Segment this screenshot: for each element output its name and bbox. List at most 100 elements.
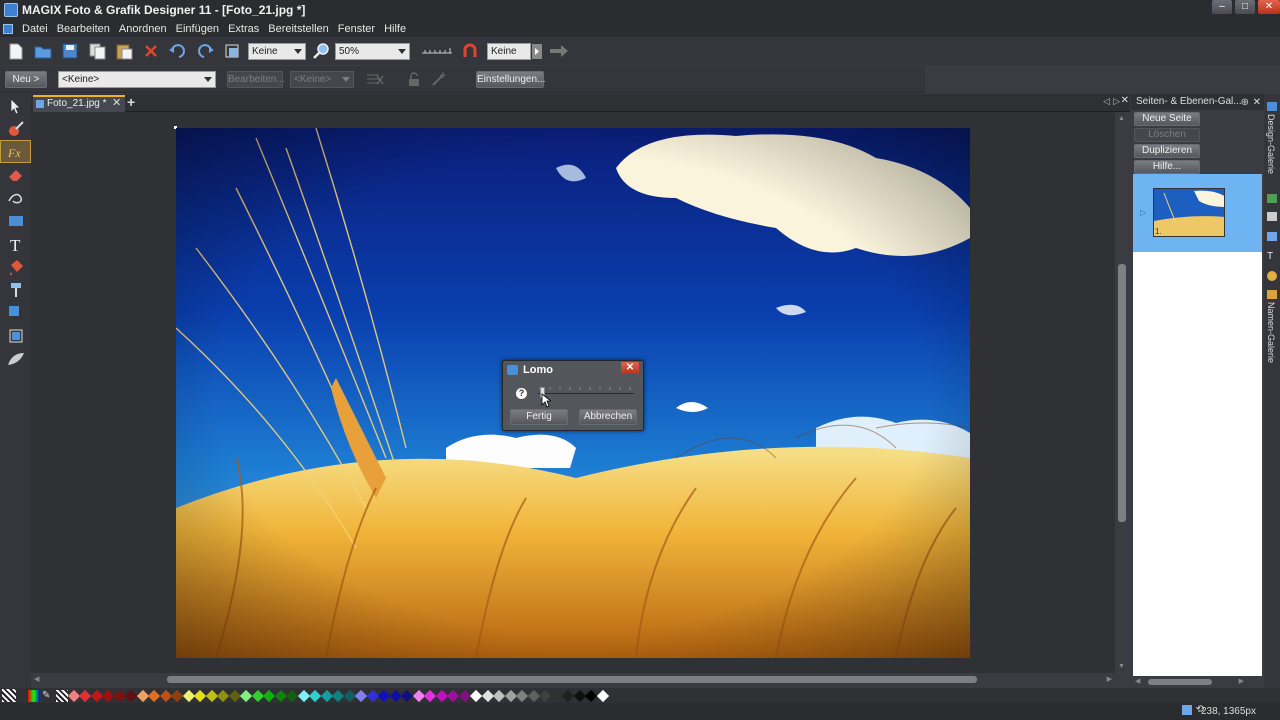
tab-names-gallery[interactable]: Namen-Galerie bbox=[1266, 302, 1276, 363]
paste-icon[interactable] bbox=[113, 40, 135, 62]
maximize-button[interactable]: □ bbox=[1235, 0, 1255, 14]
pin-icon[interactable]: ⊕ bbox=[1241, 95, 1249, 111]
panel-close-icon[interactable]: ✕ bbox=[1253, 95, 1261, 111]
scroll-up-icon[interactable]: ▲ bbox=[1118, 115, 1125, 122]
done-button[interactable]: Fertig bbox=[510, 409, 568, 425]
add-tab-icon[interactable]: + bbox=[127, 94, 135, 110]
preset-select[interactable]: <Keine> bbox=[58, 70, 216, 88]
save-icon[interactable] bbox=[59, 40, 81, 62]
expand-icon[interactable]: ▷ bbox=[1140, 208, 1146, 217]
color-swatch[interactable] bbox=[101, 689, 115, 702]
panel-scroll-right-icon[interactable]: ▶ bbox=[1239, 677, 1244, 685]
settings-button[interactable]: Einstellungen... bbox=[476, 70, 545, 88]
color-swatch[interactable] bbox=[262, 689, 276, 702]
scroll-right-icon[interactable]: ▶ bbox=[1107, 675, 1112, 683]
lomo-slider[interactable] bbox=[538, 385, 634, 401]
zoom-select[interactable]: 50% bbox=[335, 42, 410, 60]
color-swatch[interactable] bbox=[584, 689, 598, 702]
color-swatch[interactable] bbox=[308, 689, 322, 702]
quality-select[interactable]: Keine bbox=[248, 42, 306, 60]
new-page-button[interactable]: Neue Seite bbox=[1134, 112, 1200, 126]
cancel-button[interactable]: Abbrechen bbox=[579, 409, 637, 425]
color-swatch[interactable] bbox=[538, 689, 552, 702]
color-picker-icon[interactable] bbox=[28, 689, 40, 702]
remove-effect-icon[interactable] bbox=[364, 68, 386, 90]
menu-bearbeiten[interactable]: Bearbeiten bbox=[57, 23, 110, 35]
color-swatch[interactable] bbox=[469, 689, 483, 702]
color-gallery-icon[interactable] bbox=[1267, 271, 1277, 281]
vertical-scroll-thumb[interactable] bbox=[1118, 264, 1126, 522]
font-gallery-icon[interactable]: T bbox=[1267, 251, 1273, 262]
menu-extras[interactable]: Extras bbox=[228, 23, 259, 35]
color-swatch[interactable] bbox=[446, 689, 460, 702]
menu-bereitstellen[interactable]: Bereitstellen bbox=[268, 23, 329, 35]
layers-gallery-icon[interactable] bbox=[1267, 212, 1277, 221]
menu-hilfe[interactable]: Hilfe bbox=[384, 23, 406, 35]
scroll-left-icon[interactable]: ◀ bbox=[34, 675, 39, 683]
canvas-workspace[interactable]: Lomo ✕ ? Fertig Abbrechen bbox=[31, 112, 1115, 673]
doc-menu-icon[interactable] bbox=[3, 23, 13, 34]
scroll-down-icon[interactable]: ▼ bbox=[1118, 663, 1125, 670]
new-document-icon[interactable] bbox=[5, 40, 27, 62]
panel-hscroll[interactable]: ◀ ▶ bbox=[1133, 676, 1262, 688]
horizontal-scrollbar[interactable]: ◀ ▶ bbox=[31, 673, 1115, 686]
panel-scroll-thumb[interactable] bbox=[1148, 679, 1212, 685]
color-swatch[interactable] bbox=[596, 689, 609, 702]
undo-icon[interactable] bbox=[167, 40, 189, 62]
magic-wand-icon[interactable] bbox=[428, 68, 450, 90]
color-swatch[interactable] bbox=[515, 689, 529, 702]
transparency-tool-icon[interactable] bbox=[0, 278, 31, 301]
resize-icon[interactable] bbox=[221, 40, 243, 62]
transparent-swatch[interactable] bbox=[56, 689, 68, 702]
menu-anordnen[interactable]: Anordnen bbox=[119, 23, 167, 35]
zoom-icon[interactable] bbox=[311, 40, 333, 62]
shadow-tool-icon[interactable] bbox=[0, 301, 31, 324]
selector-tool-icon[interactable] bbox=[0, 94, 31, 117]
freehand-tool-icon[interactable] bbox=[0, 186, 31, 209]
color-swatch[interactable] bbox=[331, 689, 345, 702]
eyedropper-icon[interactable]: ✎ bbox=[42, 690, 52, 702]
horizontal-scroll-thumb[interactable] bbox=[167, 676, 977, 683]
close-tab-icon[interactable]: ✕ bbox=[112, 96, 121, 109]
color-swatch[interactable] bbox=[124, 689, 138, 702]
delete-page-button[interactable]: Löschen bbox=[1134, 128, 1200, 142]
panel-help-button[interactable]: Hilfe... bbox=[1134, 160, 1200, 174]
blend-select[interactable]: <Keine> bbox=[290, 70, 354, 88]
prev-doc-icon[interactable]: ◁ bbox=[1103, 96, 1110, 107]
duplicate-page-button[interactable]: Duplizieren bbox=[1134, 144, 1200, 158]
help-icon[interactable]: ? bbox=[516, 388, 527, 399]
color-swatch[interactable] bbox=[170, 689, 184, 702]
color-swatch[interactable] bbox=[423, 689, 437, 702]
vertical-scrollbar[interactable]: ▲ ▼ bbox=[1115, 112, 1129, 673]
fill-tool-icon[interactable] bbox=[0, 255, 31, 278]
eraser-tool-icon[interactable] bbox=[0, 163, 31, 186]
color-swatch[interactable] bbox=[239, 689, 253, 702]
edit-button[interactable]: Bearbeiten... bbox=[227, 70, 285, 88]
next-doc-icon[interactable]: ▷ bbox=[1113, 96, 1120, 107]
menu-datei[interactable]: Datei bbox=[22, 23, 48, 35]
close-window-button[interactable]: ✕ bbox=[1258, 0, 1280, 14]
chevron-right-icon[interactable] bbox=[531, 40, 543, 62]
color-swatch[interactable] bbox=[216, 689, 230, 702]
frame-tool-icon[interactable] bbox=[0, 324, 31, 347]
dialog-close-button[interactable]: ✕ bbox=[621, 362, 639, 374]
color-swatch[interactable] bbox=[561, 689, 575, 702]
dialog-title-bar[interactable]: Lomo ✕ bbox=[503, 361, 643, 379]
color-swatch[interactable] bbox=[377, 689, 391, 702]
text-tool-icon[interactable]: T bbox=[0, 232, 31, 255]
feather-tool-icon[interactable] bbox=[0, 347, 31, 370]
color-swatch[interactable] bbox=[193, 689, 207, 702]
page-thumbnail[interactable]: 1. bbox=[1153, 188, 1225, 237]
width-slider-icon[interactable] bbox=[420, 40, 454, 62]
name-gallery-icon[interactable] bbox=[1267, 290, 1277, 299]
apply-arrow-icon[interactable] bbox=[548, 40, 570, 62]
no-color-swatch[interactable] bbox=[2, 689, 16, 702]
color-swatch[interactable] bbox=[400, 689, 414, 702]
menu-fenster[interactable]: Fenster bbox=[338, 23, 375, 35]
color-swatch[interactable] bbox=[285, 689, 299, 702]
page-item-selected[interactable]: ▷ 1. bbox=[1133, 174, 1262, 252]
color-swatch[interactable] bbox=[78, 689, 92, 702]
delete-icon[interactable] bbox=[140, 40, 162, 62]
retouch-tool-icon[interactable] bbox=[0, 117, 31, 140]
color-swatch[interactable] bbox=[354, 689, 368, 702]
